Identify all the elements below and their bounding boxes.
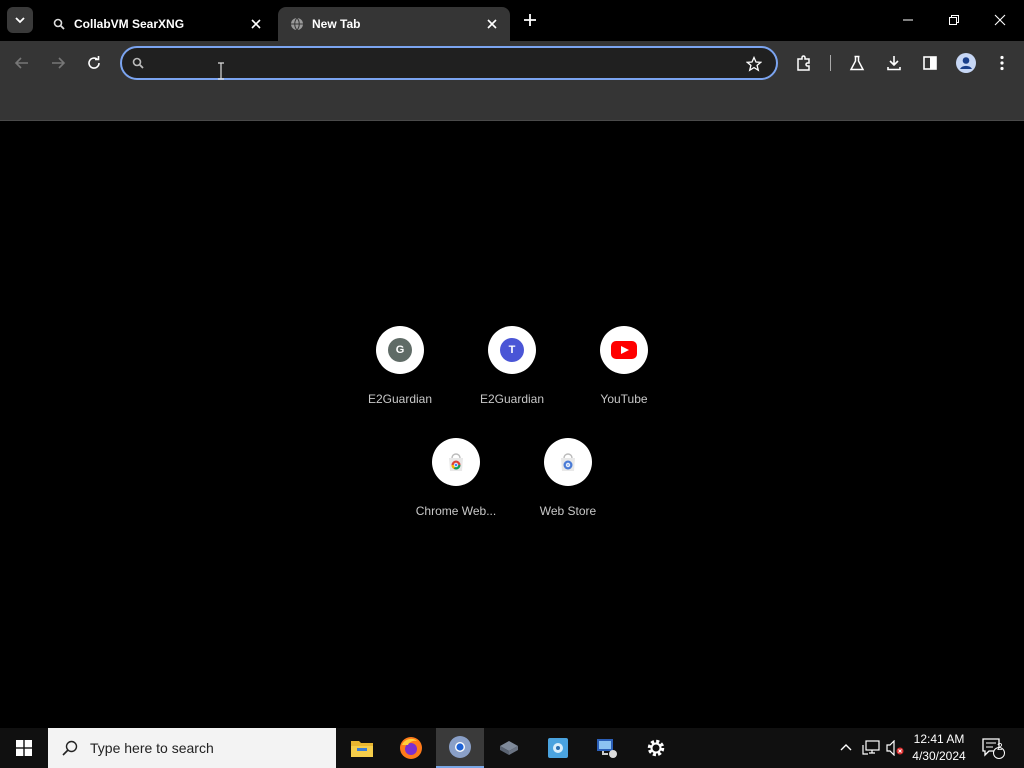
- notification-count-badge: 2: [997, 742, 1003, 753]
- chrome-web-store-icon: [449, 453, 463, 471]
- reload-button[interactable]: [81, 50, 107, 76]
- globe-icon: [290, 17, 304, 31]
- shortcut-label: E2Guardian: [479, 392, 545, 406]
- taskbar-control-panel[interactable]: [534, 728, 582, 768]
- firefox-icon: [400, 737, 422, 759]
- text-cursor-icon: [217, 62, 225, 80]
- side-panel-button[interactable]: [917, 50, 943, 76]
- search-icon: [62, 740, 78, 756]
- profile-button[interactable]: [953, 50, 979, 76]
- tab-search-button[interactable]: [7, 7, 33, 33]
- chrome-icon: [449, 736, 471, 758]
- taskbar-virtualbox-app[interactable]: [485, 728, 533, 768]
- taskbar-firefox[interactable]: [387, 728, 435, 768]
- address-bar[interactable]: [120, 46, 778, 80]
- plus-icon: [524, 14, 536, 26]
- toolbar-divider: [830, 55, 831, 71]
- search-placeholder: Type here to search: [90, 740, 214, 756]
- gear-icon: [647, 739, 665, 757]
- reload-icon: [88, 56, 100, 69]
- taskbar-search-box[interactable]: Type here to search: [48, 728, 336, 768]
- tab-strip: CollabVM SearXNG New Tab: [0, 0, 1024, 41]
- shortcut-label: Web Store: [539, 504, 597, 518]
- back-arrow-icon: [14, 57, 28, 69]
- taskbar-clock[interactable]: 12:41 AM 4/30/2024: [906, 731, 972, 765]
- restore-button[interactable]: [931, 0, 977, 40]
- back-button[interactable]: [9, 50, 35, 76]
- extensions-button[interactable]: [791, 50, 817, 76]
- taskbar-settings[interactable]: [632, 728, 680, 768]
- taskbar-chrome[interactable]: [436, 728, 484, 768]
- windows-taskbar: Type here to search 12:41 AM 4/30/2024 2: [0, 728, 1024, 768]
- volume-button[interactable]: [884, 728, 906, 768]
- network-icon: [862, 740, 880, 755]
- start-button[interactable]: [0, 728, 48, 768]
- shortcut-tile[interactable]: T E2Guardian: [456, 326, 568, 438]
- control-panel-icon: [548, 738, 568, 758]
- kebab-menu-icon: [1000, 55, 1004, 71]
- shortcut-icon-circle: [600, 326, 648, 374]
- labs-button[interactable]: [844, 50, 870, 76]
- download-icon: [887, 56, 901, 71]
- searxng-favicon-icon: [52, 17, 66, 31]
- close-tab-icon[interactable]: [248, 16, 264, 32]
- minimize-icon: [903, 19, 913, 21]
- chevron-up-icon: [840, 744, 852, 751]
- web-store-icon: [561, 453, 575, 471]
- menu-button[interactable]: [989, 50, 1015, 76]
- remote-desktop-icon: [597, 739, 617, 758]
- shortcut-tile[interactable]: Chrome Web...: [400, 438, 512, 550]
- shortcut-tile[interactable]: YouTube: [568, 326, 680, 438]
- taskbar-file-explorer[interactable]: [338, 728, 386, 768]
- close-icon: [994, 14, 1006, 26]
- restore-icon: [949, 15, 959, 25]
- volume-muted-icon: [886, 740, 904, 756]
- shortcut-icon-circle: T: [488, 326, 536, 374]
- new-tab-button[interactable]: [518, 8, 542, 32]
- browser-toolbar: [0, 41, 1024, 85]
- tab-new-tab[interactable]: New Tab: [278, 7, 510, 41]
- network-button[interactable]: [860, 728, 882, 768]
- shortcut-label: E2Guardian: [367, 392, 433, 406]
- flask-icon: [849, 55, 865, 71]
- forward-button[interactable]: [45, 50, 71, 76]
- youtube-icon: [611, 341, 637, 359]
- cube-app-icon: [500, 741, 518, 755]
- show-hidden-icons-button[interactable]: [836, 728, 856, 768]
- shortcut-icon-circle: [544, 438, 592, 486]
- clock-time: 12:41 AM: [913, 732, 965, 746]
- chevron-down-icon: [15, 17, 25, 24]
- tab-collabvm-searxng[interactable]: CollabVM SearXNG: [40, 7, 274, 41]
- address-input[interactable]: [156, 53, 736, 73]
- bookmark-star-icon[interactable]: [744, 54, 764, 74]
- shortcut-tile[interactable]: Web Store: [512, 438, 624, 550]
- bookmarks-bar: [0, 85, 1024, 121]
- shortcut-icon-circle: [432, 438, 480, 486]
- clock-date: 4/30/2024: [912, 749, 966, 763]
- letter-g-icon: G: [388, 338, 412, 362]
- close-tab-icon[interactable]: [484, 16, 500, 32]
- downloads-button[interactable]: [881, 50, 907, 76]
- shortcut-tile[interactable]: G E2Guardian: [344, 326, 456, 438]
- new-tab-page: G E2Guardian T E2Guardian YouTube Chrome…: [0, 121, 1024, 728]
- folder-icon: [351, 741, 373, 757]
- searxng-site-icon: [131, 56, 145, 70]
- puzzle-icon: [797, 55, 810, 71]
- letter-t-icon: T: [500, 338, 524, 362]
- shortcut-label: Chrome Web...: [415, 504, 497, 518]
- notifications-button[interactable]: 2: [978, 728, 1008, 768]
- shortcut-label: YouTube: [600, 392, 648, 406]
- windows-logo-icon: [16, 740, 32, 756]
- minimize-button[interactable]: [885, 0, 931, 40]
- tab-title: CollabVM SearXNG: [74, 17, 185, 31]
- tab-title: New Tab: [312, 17, 361, 31]
- forward-arrow-icon: [52, 57, 66, 69]
- side-panel-icon: [923, 56, 937, 70]
- shortcut-icon-circle: G: [376, 326, 424, 374]
- taskbar-remote-desktop[interactable]: [583, 728, 631, 768]
- avatar-icon: [956, 53, 976, 73]
- close-window-button[interactable]: [977, 0, 1023, 40]
